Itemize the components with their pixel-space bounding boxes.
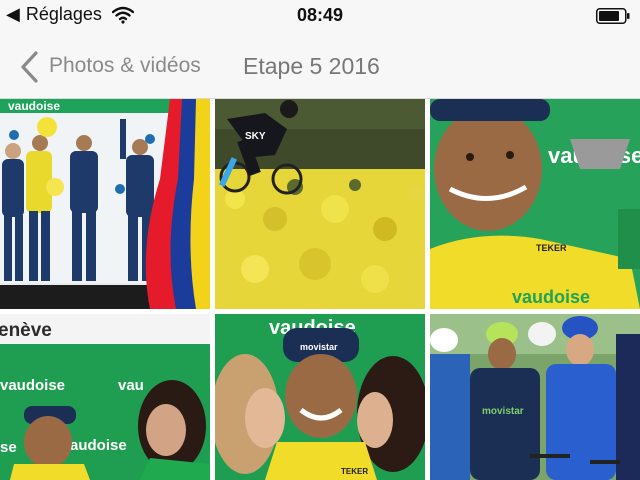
rider-hostess-photo: enève vaudoise vau audoise se	[0, 314, 210, 480]
photo-4-text-3: vau	[118, 377, 144, 394]
photo-5-text-2: movistar	[300, 342, 338, 352]
photo-grid: vaudoise ov	[0, 99, 640, 480]
photo-4-text-2: vaudoise	[0, 377, 65, 394]
peloton-photo: movistar	[430, 314, 640, 480]
photo-4-text-5: se	[0, 439, 17, 456]
photo-2-text-1: SKY	[245, 131, 266, 142]
status-bar: ◀ Réglages 08:49	[0, 0, 640, 32]
chevron-left-icon[interactable]	[18, 50, 40, 84]
photo-5-text-3: TEKER	[341, 467, 368, 476]
photo-thumbnail-1[interactable]: vaudoise ov	[0, 99, 210, 309]
photo-4-text-1: enève	[0, 320, 52, 341]
page-title: Etape 5 2016	[243, 53, 380, 79]
battery-icon	[596, 8, 630, 24]
rider-flowers-photo: SKY	[215, 99, 425, 309]
photo-4-text-4: audoise	[70, 437, 127, 454]
status-time: 08:49	[296, 5, 344, 25]
photo-3-text-3: vaudoise	[512, 287, 590, 307]
navigation-bar: Photos & vidéos Etape 5 2016	[0, 32, 640, 99]
back-button-label[interactable]: Photos & vidéos	[49, 54, 201, 78]
photo-thumbnail-5[interactable]: vaudoise movistar TEKER	[215, 314, 425, 480]
podium-kiss-photo: vaudoise movistar TEKER	[215, 314, 425, 480]
photo-thumbnail-3[interactable]: vaudoise TEKER vaudoise	[430, 99, 640, 309]
photo-6-text-1: movistar	[482, 406, 524, 417]
podium-photo: vaudoise ov	[0, 99, 210, 309]
photo-thumbnail-6[interactable]: movistar	[430, 314, 640, 480]
photo-thumbnail-4[interactable]: enève vaudoise vau audoise se	[0, 314, 210, 480]
photo-thumbnail-2[interactable]: SKY	[215, 99, 425, 309]
photo-1-text-1: vaudoise	[8, 99, 60, 113]
photo-3-text-2: TEKER	[536, 243, 567, 253]
rider-portrait-photo: vaudoise TEKER vaudoise	[430, 99, 640, 309]
